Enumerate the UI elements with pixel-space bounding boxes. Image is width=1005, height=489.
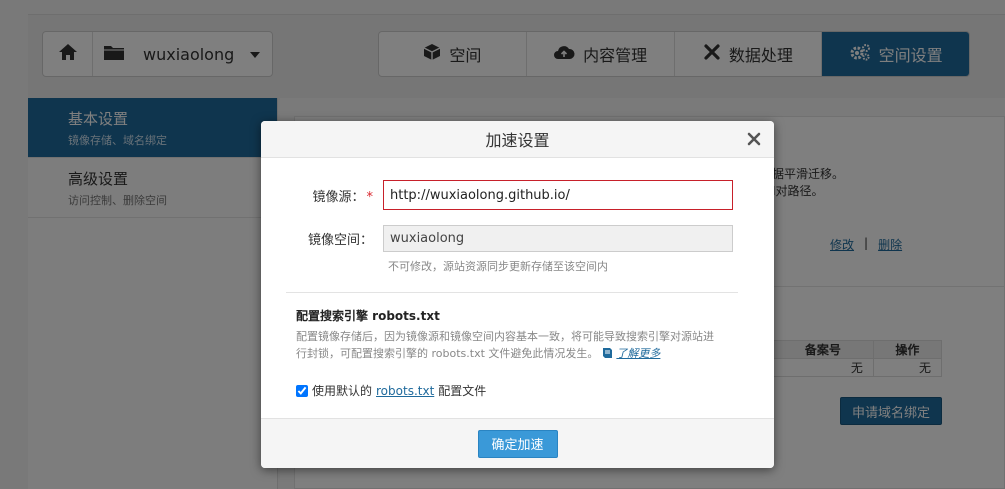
mirror-source-input[interactable] [383,180,733,210]
mirror-space-input [383,225,733,252]
mirror-source-label-text: 镜像源： [312,189,365,205]
required-mark: * [366,189,374,205]
dialog-title: 加速设置 [485,131,550,150]
robots-section-description: 配置镜像存储后，因为镜像源和镜像空间内容基本一致，将可能导致搜索引擎对源站进行封… [296,328,716,364]
default-robots-option[interactable]: 使用默认的 robots.txt 配置文件 [296,382,486,399]
checkbox-label-prefix: 使用默认的 [312,384,373,398]
mirror-space-row: 镜像空间： [261,225,733,252]
default-robots-checkbox[interactable] [296,384,308,397]
mirror-space-label: 镜像空间： [307,233,373,248]
mirror-source-label: 镜像源： * [261,186,383,205]
mirror-space-hint: 不可修改，源站资源同步更新存储至该空间内 [388,260,608,273]
mirror-source-row: 镜像源： * [261,180,733,210]
robots-section-title: 配置搜索引擎 robots.txt [296,309,440,323]
robots-txt-link[interactable]: robots.txt [376,384,434,398]
checkbox-label-suffix: 配置文件 [438,384,487,398]
learn-more-link[interactable]: 了解更多 [616,347,660,360]
dialog-footer: 确定加速 [261,418,774,468]
dialog-header: 加速设置 [261,121,774,158]
book-icon [602,347,613,364]
confirm-acceleration-button[interactable]: 确定加速 [477,429,558,458]
close-icon[interactable] [744,129,764,149]
section-divider [286,292,738,293]
acceleration-settings-dialog: 加速设置 镜像源：* 镜像空间： 不可修改，源站资源同步更新存储至该空间内 配置… [261,121,774,468]
